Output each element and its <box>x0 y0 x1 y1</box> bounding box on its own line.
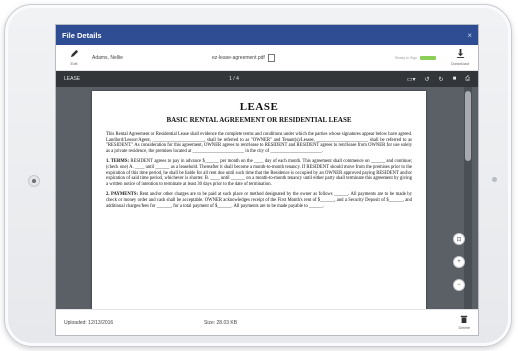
edit-button[interactable]: Edit <box>64 49 84 66</box>
document-icon <box>267 53 275 62</box>
file-info-bar: Edit Adams, Nellie ez-lease-agreement.pd… <box>56 45 478 71</box>
delete-label: Delete <box>458 325 470 330</box>
document-subtitle: BASIC RENTAL AGREEMENT OR RESIDENTIAL LE… <box>166 116 352 124</box>
download-icon <box>456 49 465 60</box>
home-button[interactable] <box>28 175 40 187</box>
delete-button[interactable]: Delete <box>458 315 470 330</box>
fit-to-page-button[interactable]: ⊡ <box>453 233 465 245</box>
ready-status-bar <box>420 55 436 60</box>
pdf-toolbar: LEASE 1 / 4 ▭▾ ↺ ↻ ■ ⎙ <box>56 71 478 87</box>
file-name[interactable]: ez-lease-agreement.pdf <box>212 53 275 62</box>
pdf-viewer: LEASE 1 / 4 ▭▾ ↺ ↻ ■ ⎙ LEASE BASIC RENTA… <box>56 71 478 317</box>
download-button[interactable]: Download <box>450 49 470 66</box>
zoom-in-button[interactable]: + <box>453 256 465 268</box>
camera-lens <box>492 177 497 182</box>
terms-heading: 1. TERMS: <box>106 159 130 165</box>
close-icon[interactable]: × <box>467 31 472 40</box>
pdf-scrollbar-thumb[interactable] <box>465 91 471 161</box>
payments-paragraph: 2. PAYMENTS: Rent and/or other charges a… <box>106 192 412 209</box>
pdf-page: LEASE BASIC RENTAL AGREEMENT OR RESIDENT… <box>92 91 426 317</box>
rotate-ccw-icon[interactable]: ↺ <box>425 76 430 83</box>
save-icon[interactable]: ■ <box>453 76 457 83</box>
window-titlebar: File Details × <box>56 25 478 45</box>
zoom-out-button[interactable]: − <box>453 279 465 291</box>
tablet-screen: File Details × Edit Adams, Nellie ez-lea… <box>56 25 478 335</box>
tablet-frame: File Details × Edit Adams, Nellie ez-lea… <box>4 4 512 347</box>
trash-icon <box>460 315 468 325</box>
file-name-text: ez-lease-agreement.pdf <box>212 54 265 61</box>
payments-heading: 2. PAYMENTS: <box>106 192 139 198</box>
terms-text: RESIDENT agrees to pay in advance $_____… <box>106 159 412 187</box>
window-title: File Details <box>62 30 102 40</box>
ready-status: Ready to Sign <box>395 55 436 60</box>
document-title: LEASE <box>239 101 279 113</box>
terms-paragraph: 1. TERMS: RESIDENT agrees to pay in adva… <box>106 159 412 187</box>
edit-label: Edit <box>70 61 78 66</box>
pdf-tools: ▭▾ ↺ ↻ ■ ⎙ <box>407 76 470 83</box>
file-footer: Uploaded: 12/13/2016 Size: 28.03 KB Dele… <box>56 309 478 335</box>
pdf-scrollbar[interactable] <box>464 87 472 309</box>
document-intro: This Rental Agreement or Residential Lea… <box>106 132 412 154</box>
pdf-document-name: LEASE <box>64 76 81 82</box>
ready-status-text: Ready to Sign <box>395 55 417 60</box>
signer-name: Adams, Nellie <box>92 54 123 61</box>
fit-page-icon[interactable]: ▭▾ <box>407 76 416 83</box>
rotate-cw-icon[interactable]: ↻ <box>439 76 444 83</box>
file-size: Size: 28.03 KB <box>204 319 238 326</box>
pdf-page-indicator: 1 / 4 <box>229 76 239 82</box>
home-button-dot <box>32 179 36 183</box>
uploaded-date: Uploaded: 12/13/2016 <box>64 319 114 326</box>
payments-text: Rent and/or other charges are to be paid… <box>106 192 412 209</box>
pencil-icon <box>70 49 79 60</box>
print-icon[interactable]: ⎙ <box>465 76 470 83</box>
download-label: Download <box>451 61 469 66</box>
